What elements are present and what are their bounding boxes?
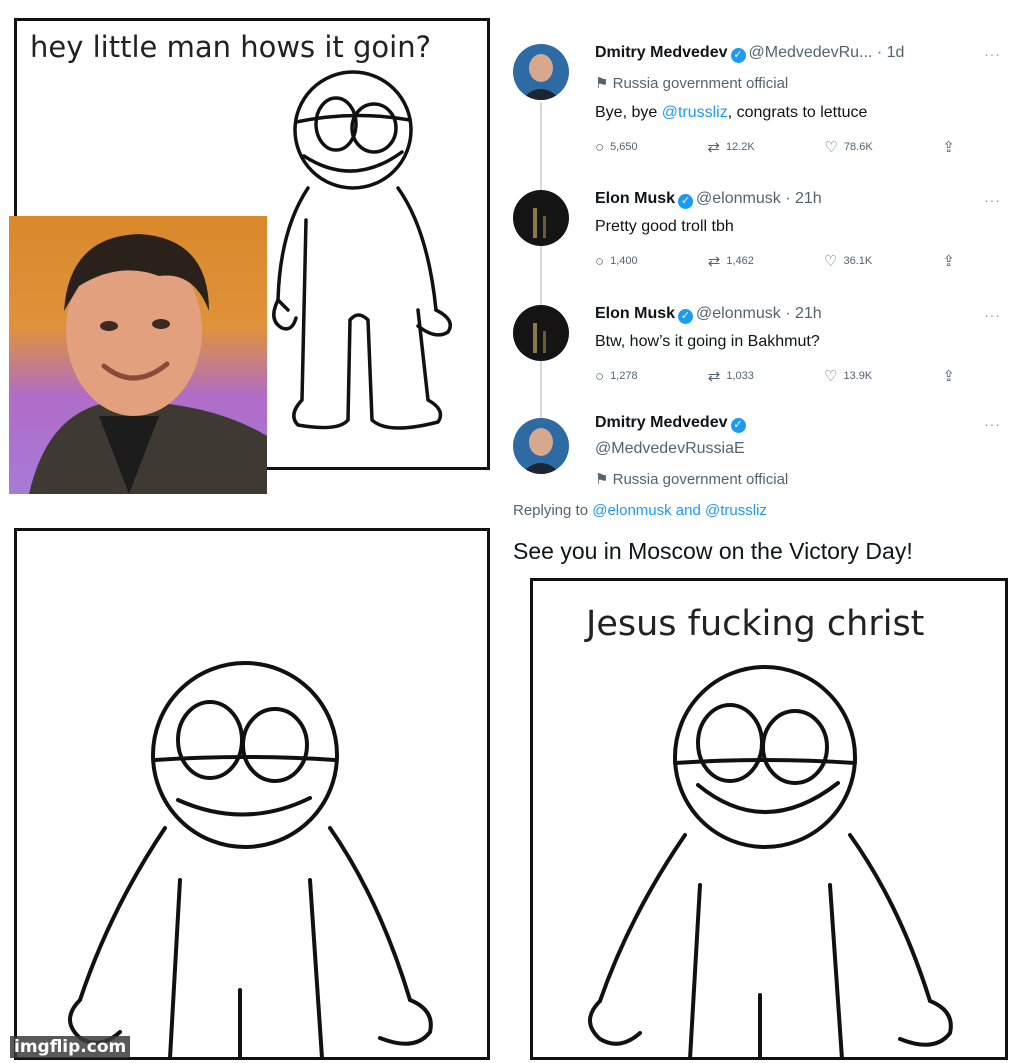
share-button[interactable]: ⇪ <box>942 367 955 385</box>
share-button[interactable]: ⇪ <box>942 138 955 156</box>
tweet-time[interactable]: · 1d <box>877 44 905 61</box>
photo <box>9 216 267 494</box>
reply-button[interactable]: ○ 1,400 <box>595 252 638 270</box>
author-handle[interactable]: @elonmusk <box>696 305 781 322</box>
like-button[interactable]: ♡ 78.6K <box>824 138 872 156</box>
stick-figure <box>588 665 953 1059</box>
tweet-text: Btw, how’s it going in Bakhmut? <box>595 333 820 350</box>
like-button[interactable]: ♡ 36.1K <box>824 252 872 270</box>
retweet-icon: ⇄ <box>707 139 720 156</box>
tweet-thread: Dmitry Medvedev ✓ @MedvedevRu... · 1d ··· … <box>505 22 1009 578</box>
stick-figure <box>68 661 433 1058</box>
author-handle[interactable]: @MedvedevRussiaE <box>595 440 745 457</box>
gov-label: Russia government official <box>612 75 789 92</box>
stick-figure <box>272 70 452 430</box>
retweet-button[interactable]: ⇄ 1,033 <box>708 367 754 385</box>
more-icon[interactable]: ··· <box>984 46 1001 62</box>
mention-link[interactable]: @elonmusk and @trussliz <box>592 502 767 519</box>
author-handle[interactable]: @elonmusk <box>696 190 781 207</box>
flag-icon: ⚑ <box>595 471 613 488</box>
heart-icon: ♡ <box>824 368 838 385</box>
share-icon: ⇪ <box>942 368 955 385</box>
mention-link[interactable]: @trussliz <box>662 104 728 121</box>
avatar[interactable] <box>513 418 569 474</box>
thread-line <box>540 102 542 442</box>
panel-caption: hey little man hows it goin? <box>30 30 431 64</box>
author-handle[interactable]: @MedvedevRu... <box>749 44 873 61</box>
share-button[interactable]: ⇪ <box>942 252 955 270</box>
tweet-text: Bye, bye @trussliz, congrats to lettuce <box>595 104 868 121</box>
tweet-text: Pretty good troll tbh <box>595 218 734 235</box>
author-name[interactable]: Elon Musk <box>595 190 675 207</box>
retweet-icon: ⇄ <box>707 368 721 385</box>
reply-icon: ○ <box>595 367 605 385</box>
reply-button[interactable]: ○ 1,278 <box>595 367 638 385</box>
more-icon[interactable]: ··· <box>984 307 1001 323</box>
retweet-icon: ⇄ <box>707 253 721 270</box>
tweet-text: See you in Moscow on the Victory Day! <box>513 538 913 564</box>
avatar[interactable] <box>513 44 569 100</box>
tweet-time[interactable]: · 21h <box>785 305 821 322</box>
author-name[interactable]: Dmitry Medvedev <box>595 44 728 61</box>
retweet-button[interactable]: ⇄ 12.2K <box>707 138 754 156</box>
share-icon: ⇪ <box>942 253 955 270</box>
panel-caption: Jesus fucking christ <box>586 604 925 644</box>
flag-icon: ⚑ <box>595 75 613 92</box>
watermark: imgflip.com <box>10 1036 131 1058</box>
verified-badge-icon: ✓ <box>678 194 694 209</box>
verified-badge-icon: ✓ <box>730 418 746 433</box>
verified-badge-icon: ✓ <box>678 309 694 324</box>
avatar[interactable] <box>513 305 569 361</box>
portrait-figure <box>29 234 267 494</box>
like-button[interactable]: ♡ 13.9K <box>824 367 872 385</box>
heart-icon: ♡ <box>824 139 838 156</box>
share-icon: ⇪ <box>942 139 955 156</box>
verified-badge-icon: ✓ <box>730 48 746 63</box>
avatar[interactable] <box>513 190 569 246</box>
heart-icon: ♡ <box>824 253 838 270</box>
retweet-button[interactable]: ⇄ 1,462 <box>708 252 754 270</box>
gov-label: Russia government official <box>612 471 789 488</box>
reply-button[interactable]: ○ 5,650 <box>595 138 638 156</box>
author-name[interactable]: Dmitry Medvedev <box>595 414 728 431</box>
more-icon[interactable]: ··· <box>984 192 1001 208</box>
more-icon[interactable]: ··· <box>984 416 1001 432</box>
replying-to: Replying to @elonmusk and @trussliz <box>513 502 767 519</box>
reply-icon: ○ <box>595 138 605 156</box>
tweet-time[interactable]: · 21h <box>785 190 821 207</box>
reply-icon: ○ <box>595 252 605 270</box>
author-name[interactable]: Elon Musk <box>595 305 675 322</box>
